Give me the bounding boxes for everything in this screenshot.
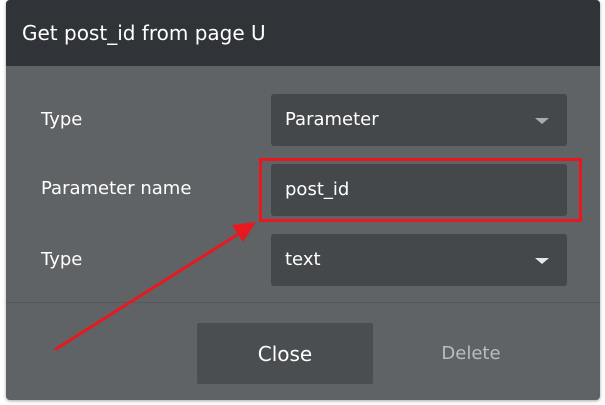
annotation-highlight-box xyxy=(259,158,582,222)
data-type-dropdown-value: text xyxy=(285,249,321,270)
footer-divider xyxy=(6,302,600,303)
type-dropdown-value: Parameter xyxy=(285,109,379,130)
dialog-header: Get post_id from page U xyxy=(6,0,600,66)
chevron-down-icon xyxy=(535,258,549,264)
data-type-label: Type xyxy=(41,249,83,270)
delete-button[interactable]: Delete xyxy=(408,335,534,371)
type-label: Type xyxy=(41,109,83,130)
screenshot-canvas: Get post_id from page U Type Parameter P… xyxy=(0,0,605,405)
data-type-dropdown[interactable]: text xyxy=(271,234,567,286)
close-button[interactable]: Close xyxy=(197,323,373,384)
parameter-name-label: Parameter name xyxy=(41,178,192,199)
chevron-down-icon xyxy=(535,118,549,124)
type-dropdown[interactable]: Parameter xyxy=(271,94,567,146)
dialog-title: Get post_id from page U xyxy=(22,21,266,45)
